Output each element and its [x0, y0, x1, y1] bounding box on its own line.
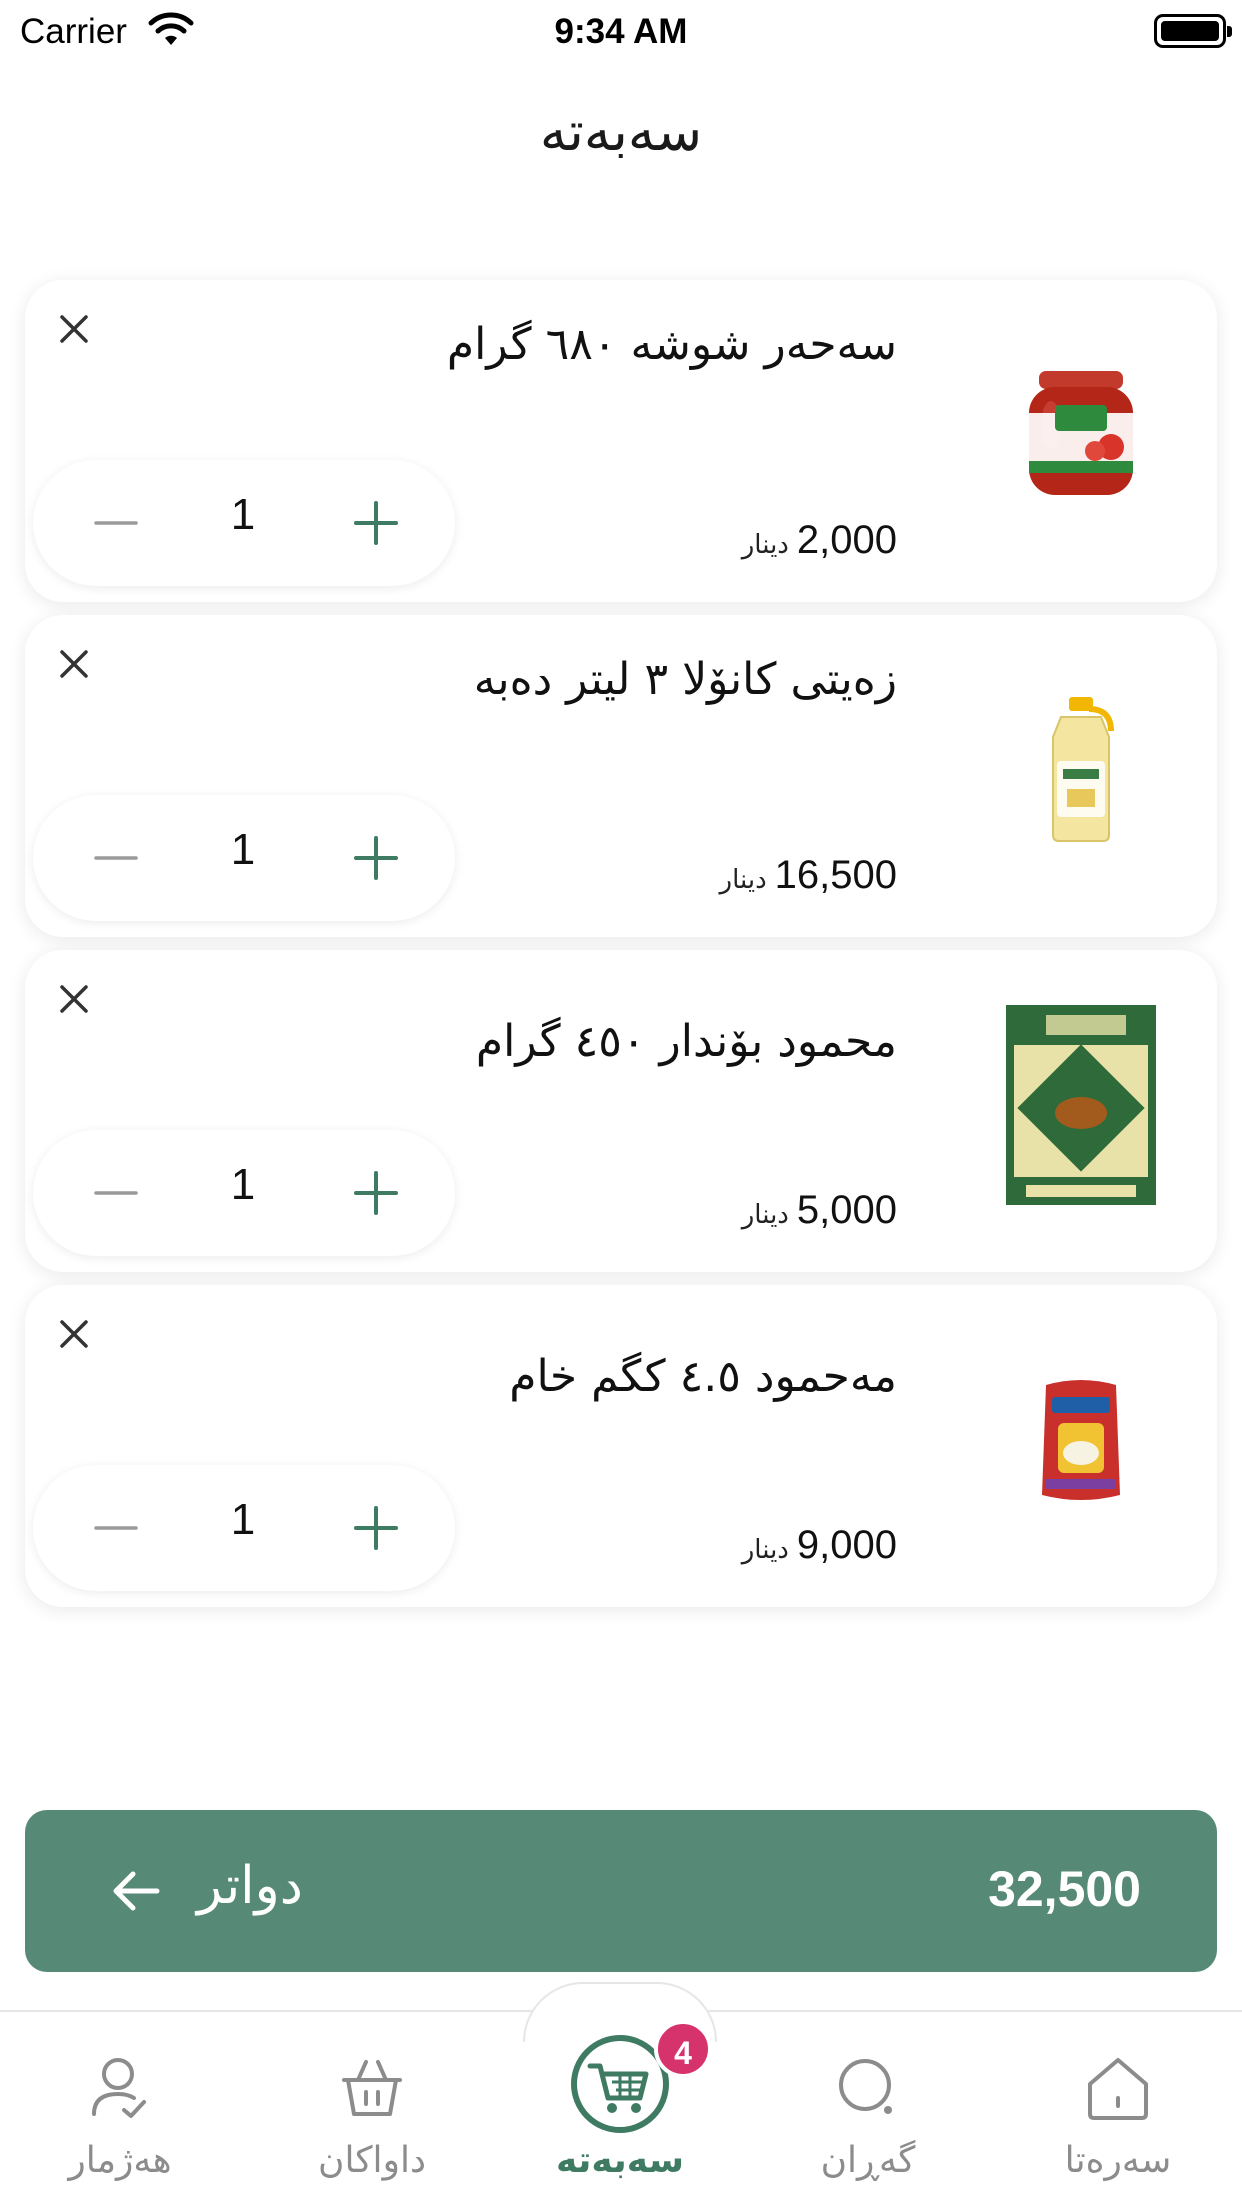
price-currency: دینار: [741, 1200, 789, 1230]
price-amount: 9,000: [796, 1523, 897, 1567]
quantity-stepper: 1: [33, 1130, 455, 1256]
basket-icon: [342, 2060, 402, 2116]
minus-icon: [94, 1191, 138, 1195]
search-icon: [839, 2059, 892, 2114]
tab-search[interactable]: گەڕان: [768, 2040, 968, 2190]
cart-item: محمود بۆندار ٤٥٠ گرام 5,000دینار 1: [25, 950, 1217, 1272]
tab-home[interactable]: سەرەتا: [1018, 2040, 1218, 2190]
increase-button[interactable]: [351, 1503, 401, 1553]
tab-label: هەژمار: [68, 2140, 172, 2181]
remove-item-button[interactable]: [53, 643, 95, 685]
item-price: 16,500دینار: [497, 853, 897, 898]
decrease-button[interactable]: [91, 1503, 141, 1553]
quantity-stepper: 1: [33, 460, 455, 586]
decrease-button[interactable]: [91, 498, 141, 548]
cart-item: مەحمود ٤.٥ کگم خام 9,000دینار 1: [25, 1285, 1217, 1607]
plus-icon: [354, 501, 398, 545]
checkout-next-button[interactable]: دواتر 32,500: [25, 1810, 1217, 1972]
cart-count-badge: 4: [654, 2020, 712, 2078]
quantity-stepper: 1: [33, 795, 455, 921]
tab-label: سەبەتە: [556, 2140, 684, 2181]
quantity-value: 1: [230, 1495, 256, 1544]
close-icon: [60, 315, 88, 343]
product-image: [981, 655, 1181, 885]
plus-icon: [354, 1506, 398, 1550]
close-icon: [60, 1320, 88, 1348]
product-image: [981, 990, 1181, 1220]
cart-item: سەحەر شوشە ٦٨٠ گرام 2,000دینار 1: [25, 280, 1217, 602]
next-label: دواتر: [197, 1856, 303, 1916]
quantity-stepper: 1: [33, 1465, 455, 1591]
item-price: 9,000دینار: [497, 1523, 897, 1568]
price-currency: دینار: [741, 1535, 789, 1565]
user-icon: [92, 2058, 146, 2118]
tab-cart[interactable]: 4 سەبەتە: [520, 2020, 720, 2190]
clock: 9:34 AM: [554, 12, 688, 51]
tab-label: داواکان: [318, 2140, 426, 2181]
cart-screen: Carrier 9:34 AM سەبەتە سەحەر شوشە ٦٨٠ گر…: [0, 0, 1242, 2208]
minus-icon: [94, 521, 138, 525]
oil-bottle-image: [1052, 697, 1114, 842]
close-icon: [60, 650, 88, 678]
decrease-button[interactable]: [91, 833, 141, 883]
arrow-left-icon: [113, 1871, 160, 1911]
price-amount: 2,000: [796, 518, 897, 562]
item-name: محمود بۆندار ٤٥٠ گرام: [475, 1016, 897, 1067]
tab-orders[interactable]: داواکان: [272, 2040, 472, 2190]
close-icon: [60, 985, 88, 1013]
tea-box-image: [1006, 1005, 1156, 1205]
item-name: سەحەر شوشە ٦٨٠ گرام: [446, 319, 897, 370]
price-amount: 16,500: [774, 853, 897, 897]
price-amount: 5,000: [796, 1188, 897, 1232]
cart-item: زەیتی کانۆلا ٣ لیتر دەبە 16,500دینار 1: [25, 615, 1217, 937]
battery-icon: [1154, 14, 1232, 48]
status-bar: Carrier 9:34 AM: [0, 0, 1242, 62]
item-name: مەحمود ٤.٥ کگم خام: [509, 1351, 897, 1402]
quantity-value: 1: [230, 825, 256, 874]
increase-button[interactable]: [351, 833, 401, 883]
minus-icon: [94, 1526, 138, 1530]
item-price: 2,000دینار: [497, 518, 897, 563]
remove-item-button[interactable]: [53, 978, 95, 1020]
increase-button[interactable]: [351, 1168, 401, 1218]
increase-button[interactable]: [351, 498, 401, 548]
decrease-button[interactable]: [91, 1168, 141, 1218]
price-currency: دینار: [719, 865, 767, 895]
tab-label: سەرەتا: [1064, 2140, 1172, 2181]
home-icon: [1088, 2058, 1148, 2120]
page-title: سەبەتە: [539, 100, 703, 163]
rice-bag-image: [1042, 1380, 1120, 1500]
product-image: [981, 1325, 1181, 1555]
remove-item-button[interactable]: [53, 308, 95, 350]
quantity-value: 1: [230, 490, 256, 539]
product-image: [981, 320, 1181, 550]
quantity-value: 1: [230, 1160, 256, 1209]
remove-item-button[interactable]: [53, 1313, 95, 1355]
price-currency: دینار: [741, 530, 789, 560]
cart-total: 32,500: [988, 1861, 1141, 1917]
item-price: 5,000دینار: [497, 1188, 897, 1233]
item-name: زەیتی کانۆلا ٣ لیتر دەبە: [473, 654, 897, 705]
plus-icon: [354, 836, 398, 880]
tab-label: گەڕان: [820, 2140, 916, 2181]
tab-account[interactable]: هەژمار: [20, 2040, 220, 2190]
plus-icon: [354, 1171, 398, 1215]
tomato-paste-jar-image: [1029, 371, 1133, 495]
minus-icon: [94, 856, 138, 860]
